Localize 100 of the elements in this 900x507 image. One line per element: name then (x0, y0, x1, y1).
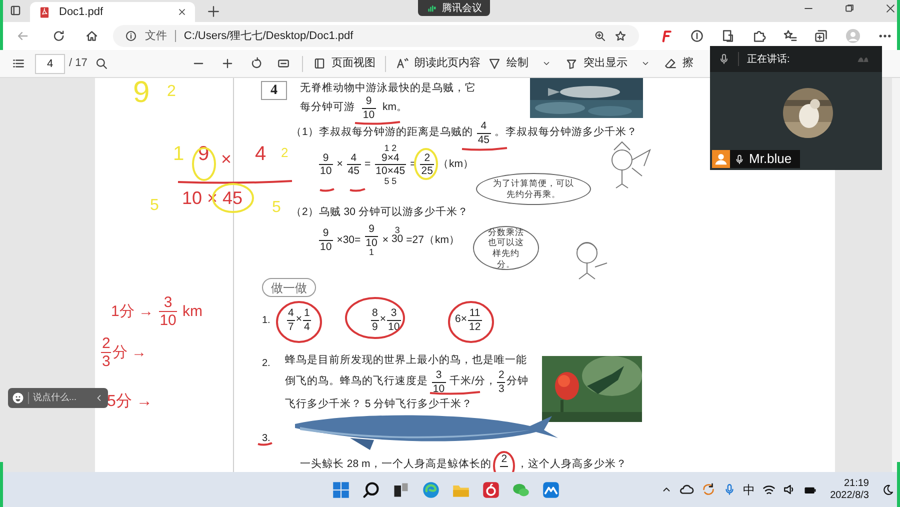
page-text: ，这个人身高多少米？ (517, 456, 628, 472)
search-icon[interactable] (95, 57, 108, 70)
fraction: 4 45 (346, 152, 361, 177)
scheme-label: 文件 (144, 28, 167, 44)
page-text: 千米/分， (448, 374, 496, 390)
contents-icon[interactable] (12, 57, 25, 70)
search-icon[interactable] (362, 480, 380, 498)
exercise-number: 1. (262, 314, 270, 328)
scrollbar[interactable] (892, 78, 900, 472)
chat-bar[interactable]: 说点什么... (8, 388, 108, 408)
erase-button[interactable]: 擦 (662, 52, 696, 74)
refresh-icon[interactable] (52, 29, 66, 43)
page-text: 3 30 (391, 226, 404, 248)
collections-icon[interactable] (814, 29, 828, 43)
wifi-icon[interactable] (762, 482, 776, 496)
fraction: 2 3 (101, 336, 112, 369)
handwritten-note: × (221, 150, 232, 168)
page-text: × (336, 157, 343, 172)
puzzle-icon[interactable] (752, 29, 766, 43)
address-field[interactable]: 文件 C:/Users/狸七七/Desktop/Doc1.pdf (112, 25, 639, 47)
signal-bars-icon (426, 3, 438, 13)
handwritten-note: 2 (167, 84, 176, 100)
browser-tab[interactable]: Doc1.pdf (30, 2, 195, 22)
page-text: （km） (438, 157, 474, 172)
chevron-down-icon[interactable] (641, 59, 650, 68)
new-tab-icon[interactable] (207, 5, 220, 18)
page-text: 无脊椎动物中游泳最快的是乌贼，它 (300, 81, 476, 96)
page-text: 蜂鸟是目前所发现的世界上最小的鸟，也是唯一能 (285, 353, 527, 368)
document-icon[interactable] (721, 29, 735, 43)
handwritten-note: 4 (255, 144, 266, 164)
fraction: 3 10 (158, 295, 178, 328)
video-header: 正在讲话: (710, 46, 882, 72)
close-icon[interactable] (885, 3, 896, 14)
handwritten-note: 9 (133, 78, 150, 108)
page-text: 。李叔叔每分钟游多少千米？ (494, 125, 638, 140)
screen-share-corner (897, 462, 900, 507)
smiley-icon[interactable] (12, 392, 24, 404)
page-text: 倒飞的鸟。蜂鸟的飞行速度是 (285, 374, 429, 390)
draw-button[interactable]: 绘制 (486, 52, 530, 74)
close-icon[interactable] (177, 7, 187, 17)
fraction: 3 10 (386, 308, 401, 332)
chevron-down-icon[interactable] (542, 59, 552, 68)
moon-icon[interactable] (882, 484, 894, 496)
restore-icon[interactable] (844, 3, 855, 14)
speaker-tag: Mr.blue (712, 150, 800, 168)
page-text: 分钟 (506, 374, 528, 390)
fit-page-icon[interactable] (277, 57, 290, 70)
handwritten-note: 5分 → (107, 394, 152, 410)
task-view-icon[interactable] (392, 480, 410, 498)
read-button[interactable]: 朗读此页内容 (394, 52, 482, 74)
cloud-icon[interactable] (679, 482, 694, 497)
handwritten-note: 分 → (112, 345, 147, 360)
handwritten-note: 5 (272, 200, 281, 216)
user-icon (712, 150, 730, 168)
meeting-badge[interactable]: 腾讯会议 (418, 0, 490, 16)
fraction: 8 9 (371, 308, 379, 332)
read-icon (396, 57, 410, 70)
fraction: 2 25 (420, 152, 434, 177)
screen-share-corner (897, 0, 900, 50)
page-text: （1）李叔叔每分钟游的距离是乌贼的 (291, 125, 473, 140)
clock[interactable]: 21:19 2022/8/3 (830, 478, 869, 501)
fraction: 4 7 (287, 308, 295, 332)
zoom-in-icon[interactable] (221, 57, 234, 70)
page-text: = (364, 157, 371, 172)
home-icon[interactable] (85, 29, 99, 43)
handwritten-note: 1分 → (111, 304, 155, 319)
view-button[interactable]: 页面视图 (311, 52, 378, 74)
draw-icon (488, 57, 502, 70)
page-text: km。 (382, 100, 408, 116)
page-number-field[interactable]: 4 (35, 54, 65, 74)
page-text: =27（km） (406, 232, 460, 248)
input-method-indicator[interactable]: 中 (743, 480, 756, 498)
rotate-icon[interactable] (250, 57, 264, 70)
zoom-icon[interactable] (594, 30, 606, 42)
handwritten-note: km (182, 304, 203, 319)
music-app-icon[interactable] (482, 480, 500, 498)
screen-share-corner (0, 0, 3, 50)
screen-share-corner (0, 462, 3, 507)
page-text: 飞行多少千米？ 5 分钟飞行多少千米？ (285, 397, 473, 412)
page-count: / 17 (69, 56, 88, 72)
microphone-icon[interactable] (723, 483, 736, 496)
page-text: （2）乌贼 30 分钟可以游多少千米？ (291, 205, 468, 220)
browser-icon[interactable] (422, 480, 440, 498)
sync-icon[interactable] (701, 482, 716, 497)
microphone-icon (734, 154, 745, 164)
chat-placeholder: 说点什么... (33, 391, 78, 404)
favorites-icon[interactable] (783, 29, 797, 43)
meeting-app-icon[interactable] (542, 480, 560, 498)
highlight-button[interactable]: 突出显示 (563, 52, 630, 74)
exercise-number: 3. (262, 432, 270, 446)
fraction: 11 12 (468, 308, 482, 332)
pdf-file-icon (38, 6, 51, 18)
problem-number: 4 (261, 81, 287, 100)
fraction: 9 10 (319, 152, 333, 177)
exercise-number: 2. (262, 357, 270, 371)
tab-actions-icon[interactable] (9, 4, 22, 17)
address-text: C:/Users/狸七七/Desktop/Doc1.pdf (184, 28, 354, 44)
windows-start-icon[interactable] (332, 480, 350, 498)
star-add-icon[interactable] (614, 30, 627, 42)
fraction: 9 10 (362, 96, 376, 120)
